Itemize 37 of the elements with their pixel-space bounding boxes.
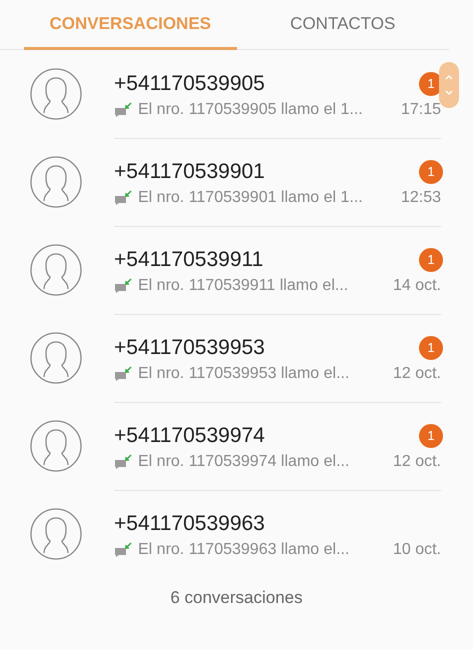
contact-name[interactable]: +541170539905 [114,72,265,96]
unread-badge: 1 [419,160,443,184]
avatar-icon [30,508,82,560]
message-time: 10 oct. [392,541,441,559]
contact-name[interactable]: +541170539953 [114,336,265,360]
message-preview: El nro. 1170539974 llamo el... [138,452,350,470]
received-message-icon [114,454,132,470]
message-time: 17:15 [400,100,441,118]
message-time: 12 oct. [392,364,441,382]
unread-badge: 1 [419,336,443,360]
avatar-icon [30,68,82,120]
tab[interactable]: CONTACTOS [236,0,449,50]
contact-name[interactable]: +541170539901 [114,160,265,184]
unread-badge: 1 [419,248,443,272]
message-time: 12 oct. [392,452,441,470]
message-preview: El nro. 1170539953 llamo el... [138,364,350,382]
unread-badge: 1 [419,424,443,448]
scroll-handle[interactable] [439,62,459,108]
contact-name[interactable]: +541170539963 [114,512,265,536]
received-message-icon [114,190,132,206]
received-message-icon [114,102,132,118]
avatar-icon [30,244,82,296]
received-message-icon [114,542,132,558]
contact-name[interactable]: +541170539911 [114,248,264,272]
message-time: 14 oct. [392,276,441,294]
conversation-count: 6 conversaciones [170,588,303,607]
received-message-icon [114,366,132,382]
message-time: 12:53 [400,188,441,206]
contact-name[interactable]: +541170539974 [114,424,265,448]
avatar-icon [30,420,82,472]
avatar-icon [30,332,82,384]
received-message-icon [114,278,132,294]
avatar-icon [30,156,82,208]
message-preview: El nro. 1170539901 llamo el 1... [138,188,364,206]
message-preview: El nro. 1170539911 llamo el... [138,276,350,294]
message-preview: El nro. 1170539963 llamo el... [138,541,350,559]
message-preview: El nro. 1170539905 llamo el 1... [138,100,364,118]
